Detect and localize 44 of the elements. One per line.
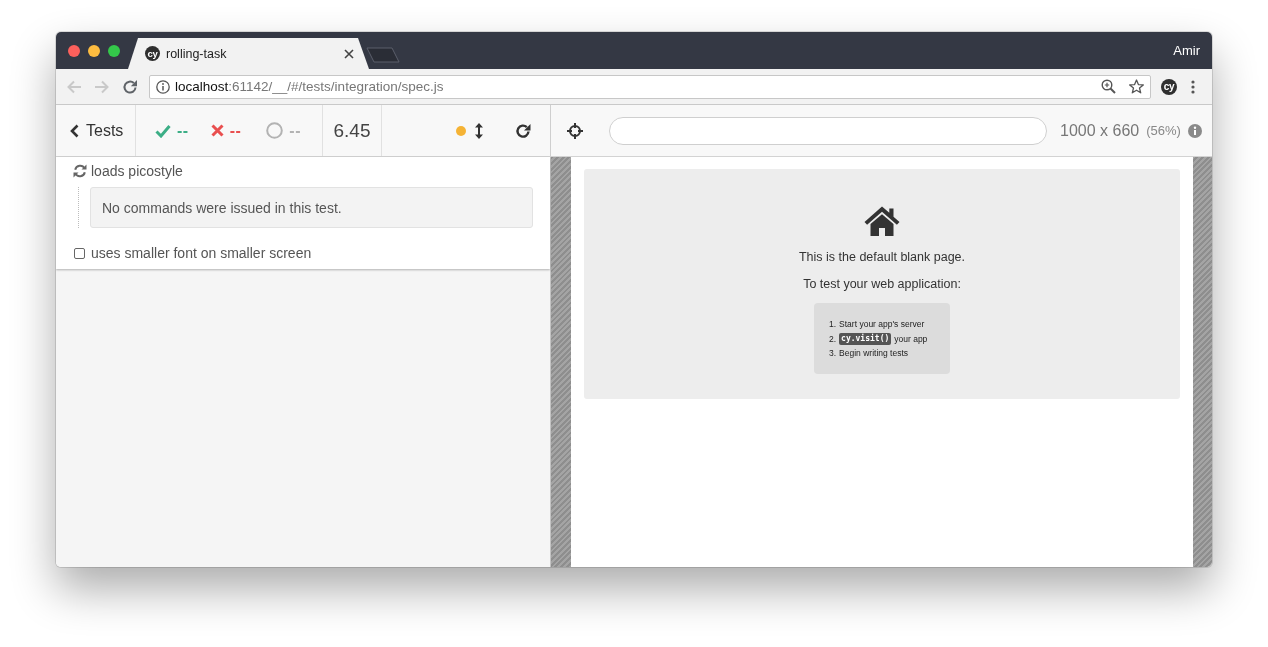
- test-item[interactable]: loads picostyle: [56, 162, 183, 180]
- step-text: Start your app's server: [839, 319, 925, 330]
- url-field[interactable]: [609, 116, 1047, 145]
- crosshair-icon[interactable]: [567, 122, 583, 139]
- blank-page-heading: This is the default blank page.: [798, 249, 966, 265]
- blank-page-subheading: To test your web application:: [803, 276, 961, 292]
- extension-button[interactable]: cy: [1161, 78, 1177, 95]
- zoom-icon[interactable]: [1101, 79, 1116, 94]
- menu-icon[interactable]: [1191, 79, 1195, 94]
- address-bar[interactable]: localhost:61142/__/#/tests/integration/spec.js: [149, 74, 1151, 99]
- favicon: cy: [145, 46, 160, 61]
- info-icon[interactable]: [156, 79, 170, 94]
- cross-icon: [210, 124, 224, 137]
- close-icon[interactable]: [344, 48, 354, 59]
- restart-icon[interactable]: [515, 122, 531, 139]
- window-close-button[interactable]: [68, 44, 80, 57]
- info-icon[interactable]: [1187, 123, 1202, 138]
- ring-icon: [266, 122, 284, 139]
- step-text: Begin writing tests: [839, 348, 909, 359]
- stat-count: --: [177, 121, 189, 140]
- user-name: Amir: [1173, 43, 1200, 58]
- command-message: No commands were issued in this test.: [90, 187, 533, 228]
- duration-text: 6.45: [333, 119, 371, 142]
- house-icon: [864, 206, 900, 236]
- chevron-left-icon: [70, 123, 79, 138]
- check-icon: [155, 123, 171, 138]
- step-number: 3.: [829, 348, 837, 359]
- step-number: 2.: [829, 333, 837, 344]
- star-icon[interactable]: [1129, 79, 1144, 94]
- window-minimize-button[interactable]: [88, 44, 100, 57]
- step-number: 1.: [829, 319, 837, 330]
- auto-scroll-button[interactable]: [456, 122, 483, 139]
- step-text: your app: [894, 333, 928, 344]
- code-snippet: cy.visit(): [839, 332, 892, 345]
- url-text: localhost:61142/__/#/tests/integration/spec.js: [175, 79, 444, 94]
- test-item[interactable]: uses smaller font on smaller screen: [56, 244, 312, 262]
- viewport-scale: (56%): [1146, 123, 1181, 138]
- reload-icon[interactable]: [122, 78, 138, 95]
- stat-count: --: [289, 121, 301, 140]
- window-zoom-button[interactable]: [108, 44, 120, 57]
- vertical-arrows-icon: [475, 122, 483, 139]
- stat-count: --: [229, 121, 242, 140]
- browser-tab[interactable]: cy rolling-task: [128, 38, 369, 69]
- viewport-size: 1000 x 660: [1060, 121, 1140, 140]
